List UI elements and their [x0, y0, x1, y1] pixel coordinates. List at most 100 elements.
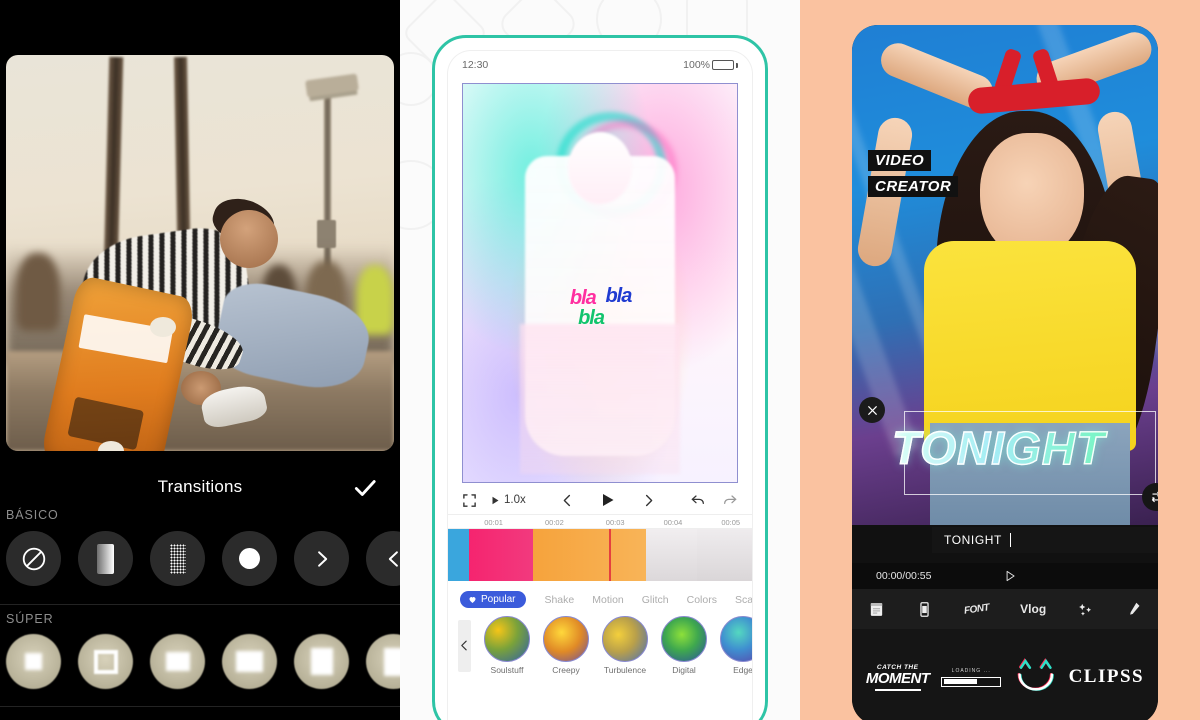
check-icon[interactable] — [352, 475, 378, 501]
video-preview[interactable] — [6, 55, 394, 451]
tab-glitch[interactable]: Glitch — [642, 594, 669, 606]
timeline-clip[interactable] — [448, 529, 470, 581]
transition-none[interactable] — [6, 531, 61, 586]
tab-motion[interactable]: Motion — [592, 594, 624, 606]
shirt-text-bla-3: bla — [578, 306, 605, 329]
close-button[interactable] — [859, 397, 885, 423]
ruler-tick-label: 00:04 — [663, 518, 683, 527]
timeline-ruler[interactable]: 00:01 00:02 00:03 00:04 00:05 — [448, 514, 752, 529]
fullscreen-icon[interactable] — [462, 493, 477, 508]
effect-thumb — [720, 616, 752, 662]
effect-item[interactable]: Digital — [661, 616, 707, 675]
play-small-icon — [492, 496, 499, 504]
phone-frame: 12:30 100% bla bla bla 1.0x 00:01 00:02 … — [432, 35, 768, 720]
tab-colors[interactable]: Colors — [687, 594, 717, 606]
tab-popular[interactable]: Popular — [460, 591, 527, 608]
brush-icon — [1130, 602, 1140, 615]
editor-toolbar[interactable]: FONT Vlog — [852, 589, 1158, 629]
transition-super-3[interactable] — [150, 634, 205, 689]
asset-loading-label: LOADING ... — [951, 667, 991, 674]
redo-icon[interactable] — [722, 492, 738, 508]
timeline-clip[interactable] — [469, 529, 534, 581]
effect-item[interactable]: Edge — [720, 616, 752, 675]
effects-scroll-back-button[interactable] — [458, 619, 471, 672]
effect-thumbnail-row[interactable]: Soulstuff Creepy Turbulence Digital Edge — [448, 612, 752, 675]
effect-item[interactable]: Soulstuff — [484, 616, 530, 675]
dither-dissolve-icon — [169, 543, 186, 574]
panel-video-creator: VIDEO CREATOR TONIGHT TONIGHT 00:00/00:5… — [800, 0, 1200, 720]
toolbar-sticker[interactable] — [1077, 601, 1096, 618]
transition-circle[interactable] — [222, 531, 277, 586]
battery-full-icon — [712, 60, 734, 70]
chevron-left-icon — [388, 550, 398, 567]
toolbar-vlog[interactable]: Vlog — [1020, 602, 1046, 616]
video-creator-badge: VIDEO CREATOR — [868, 150, 959, 197]
timeline-filmstrip[interactable] — [448, 529, 752, 581]
effect-item[interactable]: Turbulence — [602, 616, 648, 675]
fade-bar-icon — [97, 543, 114, 574]
super-transition-row[interactable] — [0, 634, 400, 689]
effect-item[interactable]: Creepy — [543, 616, 589, 675]
transition-super-4[interactable] — [222, 634, 277, 689]
effect-label: Soulstuff — [490, 665, 524, 675]
ruler-tick-label: 00:03 — [605, 518, 625, 527]
status-time: 12:30 — [462, 59, 489, 71]
toolbar-canvas[interactable] — [916, 601, 933, 618]
transition-slide-left[interactable] — [366, 531, 400, 586]
transition-dissolve[interactable] — [150, 531, 205, 586]
three-panel-app-screenshot: Transitions BÁSICO SÚPER 12:30 100% bla … — [0, 0, 1200, 720]
rotate-handle-icon — [1151, 491, 1158, 503]
edit-canvas[interactable]: bla bla bla — [462, 83, 738, 483]
text-overlay[interactable]: TONIGHT — [891, 421, 1158, 475]
battery-percent: 100% — [683, 59, 710, 71]
transition-super-2[interactable] — [78, 634, 133, 689]
square-tall2-icon — [383, 647, 400, 676]
skateboard-wheel — [150, 317, 176, 337]
chevron-left-icon[interactable] — [560, 493, 575, 508]
panel-transitions-editor: Transitions BÁSICO SÚPER — [0, 0, 400, 720]
square-wide2-icon — [236, 651, 263, 672]
asset-catch-the-moment[interactable]: CATCH THE MOMENT — [866, 664, 930, 691]
transition-super-1[interactable] — [6, 634, 61, 689]
tab-scary[interactable]: Scary — [735, 594, 752, 606]
toolbar-font[interactable]: FONT — [963, 601, 990, 617]
transition-slide-right[interactable] — [294, 531, 349, 586]
timeline-clip[interactable] — [533, 529, 646, 581]
chevron-right-icon — [317, 550, 327, 567]
timeline-clip[interactable] — [697, 529, 752, 581]
playback-bar: 00:00/00:55 — [852, 563, 1158, 589]
timeline-playhead[interactable] — [609, 529, 611, 581]
asset-clipss[interactable]: CLIPSS — [1069, 666, 1145, 688]
speed-control[interactable]: 1.0x — [491, 494, 526, 506]
transition-fade[interactable] — [78, 531, 133, 586]
lamp-box — [317, 220, 336, 248]
no-transition-icon — [22, 547, 45, 570]
transition-super-5[interactable] — [294, 634, 349, 689]
tab-shake[interactable]: Shake — [544, 594, 574, 606]
undo-icon[interactable] — [690, 492, 706, 508]
tab-label: Popular — [481, 594, 516, 605]
sticker-sparkle-icon — [1079, 603, 1092, 616]
crowd-figure — [16, 253, 60, 331]
square-outline-icon — [93, 649, 118, 674]
timeline-clip[interactable] — [645, 529, 698, 581]
text-input-field[interactable]: TONIGHT — [932, 527, 1158, 553]
section-label-basico: BÁSICO — [6, 508, 59, 522]
playback-controls: 1.0x — [448, 483, 752, 514]
effect-category-tabs[interactable]: Popular Shake Motion Glitch Colors Scary… — [448, 581, 752, 612]
subject-legs — [520, 324, 680, 475]
transition-super-6[interactable] — [366, 634, 400, 689]
effect-thumb — [543, 616, 589, 662]
toolbar-template[interactable] — [868, 601, 885, 618]
asset-glitch-smile[interactable] — [1013, 655, 1057, 700]
close-icon — [867, 405, 877, 415]
font-icon: FONT — [963, 601, 990, 617]
basic-transition-row[interactable] — [0, 531, 400, 586]
play-outline-icon[interactable] — [1003, 569, 1017, 583]
play-icon[interactable] — [601, 493, 615, 507]
chevron-right-icon[interactable] — [641, 493, 656, 508]
toolbar-brush[interactable] — [1127, 600, 1142, 618]
asset-row[interactable]: CATCH THE MOMENT LOADING ... CLIPSS — [852, 629, 1158, 720]
phone-screen: 12:30 100% bla bla bla 1.0x 00:01 00:02 … — [447, 50, 753, 720]
asset-loading-bar[interactable]: LOADING ... — [941, 667, 1002, 687]
